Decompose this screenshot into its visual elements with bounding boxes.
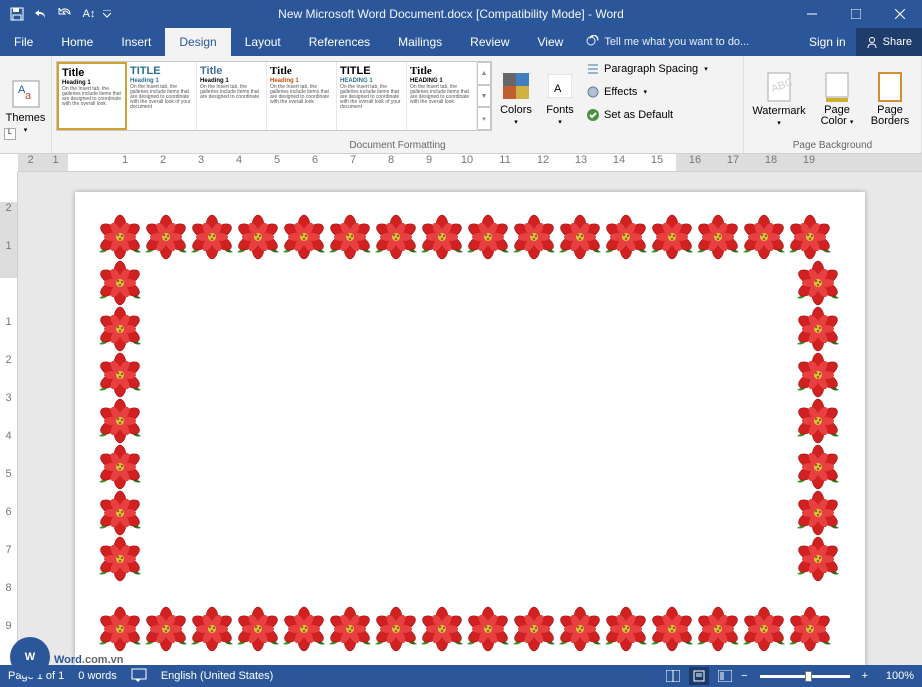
horizontal-ruler[interactable]: 21 123456789101112131415 16171819 [18, 154, 922, 172]
zoom-level[interactable]: 100% [874, 670, 914, 682]
vertical-ruler[interactable]: 21123456789 [0, 172, 18, 665]
set-as-default-button[interactable]: Set as Default [586, 105, 708, 125]
tab-mailings[interactable]: Mailings [384, 28, 456, 56]
maximize-button[interactable] [834, 0, 878, 28]
colors-label: Colors [500, 104, 532, 116]
page-background-group-label: Page Background [748, 138, 917, 153]
tab-insert[interactable]: Insert [107, 28, 165, 56]
fonts-button[interactable]: A Fonts▾ [540, 59, 580, 137]
close-button[interactable] [878, 0, 922, 28]
themes-icon: Aa [10, 78, 42, 110]
qat-customize[interactable] [102, 3, 112, 25]
share-label: Share [883, 36, 912, 48]
style-set-item[interactable]: TitleHeading 1On the Insert tab, the gal… [197, 62, 267, 130]
page-color-icon [821, 71, 853, 103]
gallery-down[interactable]: ▼ [477, 85, 491, 108]
save-button[interactable] [6, 3, 28, 25]
tell-me-label: Tell me what you want to do... [604, 36, 749, 48]
watermark-icon: ABC [763, 71, 795, 103]
tab-home[interactable]: Home [47, 28, 107, 56]
gallery-up[interactable]: ▲ [477, 62, 491, 85]
qat-item[interactable]: A↕ [78, 3, 100, 25]
tab-selector[interactable]: L [4, 128, 16, 140]
style-set-item[interactable]: TitleHEADING 1On the Insert tab, the gal… [407, 62, 477, 130]
spellcheck-icon[interactable] [131, 668, 147, 685]
undo-button[interactable] [30, 3, 52, 25]
quick-access-toolbar: A↕ [6, 3, 112, 25]
style-set-item[interactable]: TitleHeading 1On the Insert tab, the gal… [267, 62, 337, 130]
title-bar: A↕ New Microsoft Word Document.docx [Com… [0, 0, 922, 28]
window-controls [790, 0, 922, 28]
themes-label: Themes [6, 112, 46, 124]
redo-button[interactable] [54, 3, 76, 25]
fonts-icon: A [544, 70, 576, 102]
page-borders-button[interactable]: PageBorders [864, 60, 916, 138]
ribbon: Aa Themes ▾ TitleHeading 1On the Insert … [0, 56, 922, 154]
share-button[interactable]: Share [856, 28, 922, 56]
tab-review[interactable]: Review [456, 28, 523, 56]
status-bar: Page 1 of 1 0 words English (United Stat… [0, 665, 922, 687]
ribbon-tabs: File Home Insert Design Layout Reference… [0, 28, 922, 56]
tab-design[interactable]: Design [165, 28, 230, 56]
tab-file[interactable]: File [0, 28, 47, 56]
art-border [97, 214, 843, 654]
zoom-thumb[interactable] [805, 671, 812, 682]
gallery-scroll: ▲▼▾ [477, 62, 491, 130]
tab-layout[interactable]: Layout [231, 28, 295, 56]
sign-in-button[interactable]: Sign in [799, 28, 856, 56]
watermark-label: Watermark [752, 105, 805, 117]
window-title: New Microsoft Word Document.docx [Compat… [112, 7, 790, 21]
style-set-item[interactable]: TITLEHeading 1On the Insert tab, the gal… [127, 62, 197, 130]
zoom-in-button[interactable]: + [862, 670, 868, 682]
svg-text:a: a [25, 90, 32, 102]
style-set-item[interactable]: TitleHeading 1On the Insert tab, the gal… [57, 62, 127, 130]
paragraph-spacing-button[interactable]: Paragraph Spacing▾ [586, 59, 708, 79]
page[interactable] [75, 192, 865, 665]
read-mode-button[interactable] [663, 667, 683, 685]
minimize-button[interactable] [790, 0, 834, 28]
style-set-item[interactable]: TITLEHEADING 1On the Insert tab, the gal… [337, 62, 407, 130]
zoom-out-button[interactable]: − [741, 670, 747, 682]
web-layout-button[interactable] [715, 667, 735, 685]
tell-me-search[interactable]: Tell me what you want to do... [585, 28, 749, 56]
page-color-button[interactable]: PageColor ▾ [812, 60, 862, 138]
document-area[interactable] [18, 172, 922, 665]
colors-button[interactable]: Colors▾ [494, 59, 538, 137]
print-layout-button[interactable] [689, 667, 709, 685]
svg-text:A: A [554, 83, 562, 95]
effects-button[interactable]: Effects▾ [586, 82, 708, 102]
colors-icon [500, 70, 532, 102]
watermark-button[interactable]: ABC Watermark▾ [748, 60, 810, 138]
site-watermark: W Word.com.vn [10, 637, 123, 677]
gallery-more[interactable]: ▾ [477, 107, 491, 130]
tab-view[interactable]: View [524, 28, 578, 56]
doc-formatting-group-label: Document Formatting [56, 138, 739, 153]
page-borders-icon [874, 71, 906, 103]
tab-references[interactable]: References [295, 28, 384, 56]
zoom-slider[interactable] [760, 675, 850, 678]
language-status[interactable]: English (United States) [161, 670, 274, 682]
fonts-label: Fonts [546, 104, 574, 116]
watermark-logo-icon: W [10, 637, 50, 677]
style-set-gallery[interactable]: TitleHeading 1On the Insert tab, the gal… [56, 61, 492, 131]
